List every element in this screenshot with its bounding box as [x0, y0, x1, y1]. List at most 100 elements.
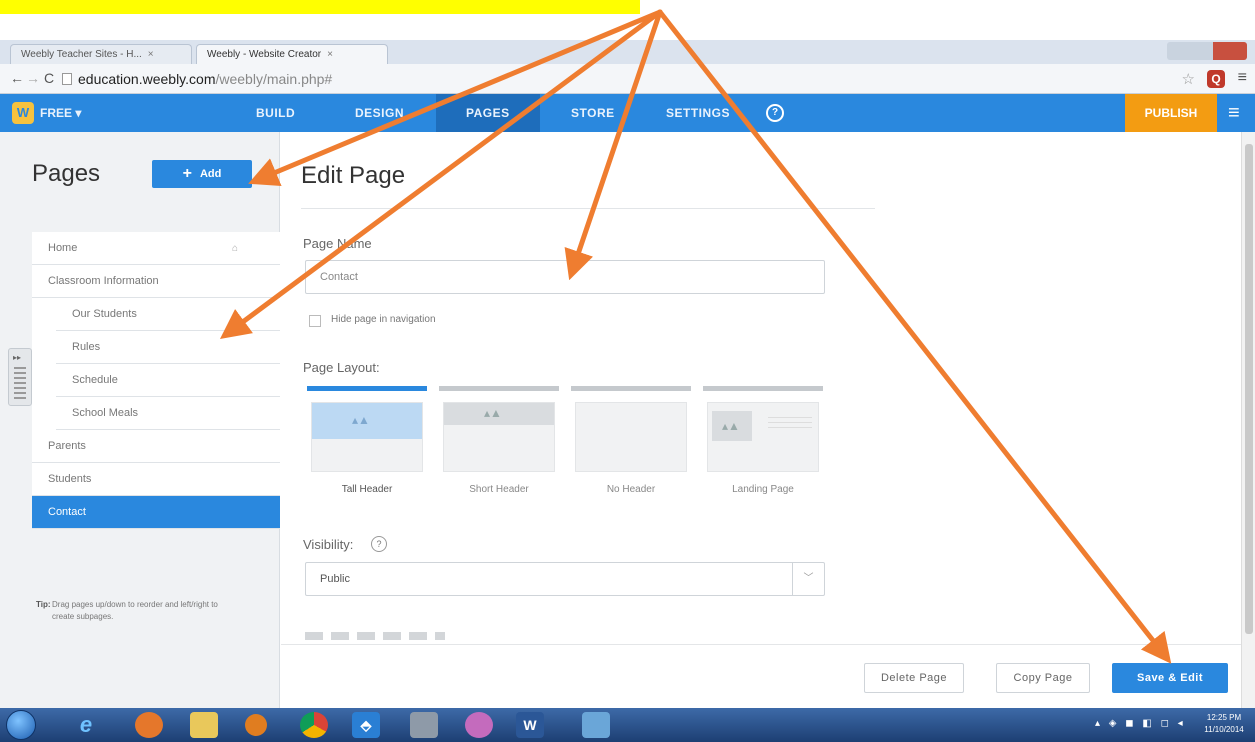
sidebar-title: Pages [32, 160, 101, 187]
layout-bar [571, 386, 691, 391]
layout-no-header[interactable] [571, 386, 691, 476]
internet-explorer-icon[interactable]: e [72, 712, 100, 738]
nav-store[interactable]: STORE [571, 94, 615, 132]
page-item-school-meals[interactable]: School Meals [56, 397, 280, 430]
nav-settings[interactable]: SETTINGS [666, 94, 730, 132]
screenshot: Weebly Teacher Sites - H... × Weebly - We… [0, 0, 1255, 742]
plus-icon: + [182, 165, 192, 182]
edit-page-panel: Edit Page Page Name Contact Hide page in… [281, 132, 1241, 708]
layout-selected-bar [307, 386, 427, 391]
firefox-icon[interactable] [135, 712, 163, 738]
copy-page-button[interactable]: Copy Page [996, 663, 1090, 693]
page-item-our-students[interactable]: Our Students [56, 298, 280, 331]
app-window-icon[interactable] [582, 712, 610, 738]
star-icon[interactable]: ☆ [1182, 70, 1195, 88]
app-icon[interactable] [410, 712, 438, 738]
dropbox-icon[interactable]: ⬘ [352, 712, 380, 738]
page-label: Schedule [72, 374, 118, 386]
header-band: ▴▲ [444, 403, 554, 425]
page-item-rules[interactable]: Rules [56, 331, 280, 364]
page-item-students[interactable]: Students [32, 463, 280, 496]
clock-date: 11/10/2014 [1204, 725, 1244, 734]
page-item-classroom-information[interactable]: Classroom Information [32, 265, 280, 298]
page-label: Rules [72, 341, 101, 353]
scrollbar[interactable] [1241, 132, 1255, 708]
tab-label: Weebly Teacher Sites - H... [21, 49, 142, 60]
nav-build[interactable]: BUILD [256, 94, 295, 132]
layout-thumbnail: ▴▲ [707, 402, 819, 472]
scroll-thumb[interactable] [1245, 144, 1253, 634]
paint-icon[interactable] [465, 712, 493, 738]
page-label: Contact [48, 506, 86, 518]
start-button-icon[interactable] [6, 710, 36, 740]
layout-thumbnail: ▴▲ [311, 402, 423, 472]
page-layout-label: Page Layout: [303, 360, 380, 375]
reload-icon[interactable]: C [44, 70, 54, 86]
action-footer: Delete Page Copy Page Save & Edit [281, 644, 1241, 708]
system-tray-icons[interactable]: ▴ ◈ ◼ ◧ ◻ ◂ [1095, 718, 1186, 729]
nav-pages[interactable]: PAGES [436, 94, 540, 132]
delete-page-button[interactable]: Delete Page [864, 663, 964, 693]
page-label: School Meals [72, 407, 139, 419]
yellow-highlight [0, 0, 640, 14]
weebly-topbar: W FREE ▾ BUILD DESIGN PAGES STORE SETTIN… [0, 94, 1255, 132]
chrome-icon[interactable] [300, 712, 328, 738]
page-label: Our Students [72, 308, 137, 320]
layout-tall-header[interactable]: ▴▲ [307, 386, 427, 476]
sidebar-tip: Tip: Drag pages up/down to reorder and le… [36, 599, 242, 623]
clock[interactable]: 12:25 PM 11/10/2014 [1198, 712, 1250, 736]
advanced-settings-hint [305, 632, 445, 640]
tab-label: Weebly - Website Creator [207, 49, 322, 60]
page-item-home[interactable]: Home ⌂ [32, 232, 280, 265]
media-player-icon[interactable] [245, 714, 267, 736]
hide-in-nav-checkbox[interactable] [309, 315, 321, 327]
nav-design[interactable]: DESIGN [355, 94, 404, 132]
word-icon[interactable]: W [516, 712, 544, 738]
save-and-edit-button[interactable]: Save & Edit [1112, 663, 1228, 693]
tip-text: Drag pages up/down to reorder and left/r… [52, 600, 218, 621]
layout-landing-page[interactable]: ▴▲ [703, 386, 823, 476]
page-item-schedule[interactable]: Schedule [56, 364, 280, 397]
page-item-contact[interactable]: Contact [32, 496, 280, 529]
image-placeholder: ▴▲ [712, 411, 752, 441]
image-placeholder-icon: ▴▲ [722, 419, 740, 433]
url-domain: education.weebly.com [78, 71, 216, 87]
extension-icon[interactable]: Q [1207, 70, 1225, 88]
close-icon[interactable]: × [148, 49, 154, 60]
layout-label-landing-page: Landing Page [732, 484, 794, 495]
window-controls[interactable] [1167, 42, 1247, 60]
plan-menu[interactable]: FREE ▾ [40, 106, 81, 120]
help-icon[interactable]: ? [371, 536, 387, 552]
visibility-value: Public [320, 573, 350, 585]
layout-short-header[interactable]: ▴▲ [439, 386, 559, 476]
url-field[interactable]: education.weebly.com/weebly/main.php# [78, 71, 332, 87]
file-explorer-icon[interactable] [190, 712, 218, 738]
browser-tab-active[interactable]: Weebly - Website Creator × [196, 44, 388, 64]
back-icon[interactable]: ← [10, 70, 24, 86]
window-close-icon[interactable] [1213, 42, 1247, 60]
publish-button[interactable]: PUBLISH [1125, 94, 1217, 132]
close-icon[interactable]: × [327, 49, 333, 60]
visibility-label: Visibility: [303, 537, 354, 552]
image-placeholder-icon: ▴▲ [484, 406, 502, 420]
page-label: Parents [48, 440, 86, 452]
page-list: Home ⌂ Classroom Information Our Students… [32, 232, 280, 529]
layout-bar [703, 386, 823, 391]
hide-in-nav-label: Hide page in navigation [331, 314, 436, 325]
hamburger-menu-icon[interactable]: ≡ [1228, 102, 1240, 125]
visibility-select[interactable]: Public ﹀ [305, 562, 825, 596]
forward-icon[interactable]: → [26, 70, 40, 86]
weebly-logo-icon[interactable]: W [12, 102, 34, 124]
layout-label-no-header: No Header [606, 484, 656, 495]
sidebar-collapse-handle[interactable]: ▸▸ [8, 348, 32, 406]
browser-tab[interactable]: Weebly Teacher Sites - H... × [10, 44, 192, 64]
add-page-button[interactable]: + Add [152, 160, 252, 188]
grip-icon [14, 367, 26, 399]
page-item-parents[interactable]: Parents [32, 430, 280, 463]
browser-menu-icon[interactable]: ≡ [1238, 69, 1247, 87]
help-icon[interactable]: ? [766, 104, 784, 122]
home-icon: ⌂ [231, 243, 238, 254]
page-name-input[interactable]: Contact [305, 260, 825, 294]
text-lines [768, 417, 812, 429]
page-label: Home [48, 242, 78, 254]
